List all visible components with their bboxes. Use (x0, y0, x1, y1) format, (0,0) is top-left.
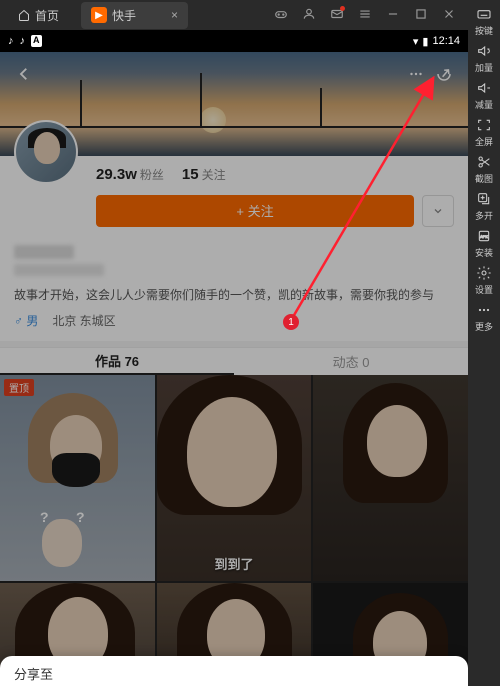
following-stat[interactable]: 15关注 (182, 166, 226, 183)
profile-header: 29.3w粉丝 15关注 + 关注 (0, 156, 468, 239)
location-tag: 北京 东城区 (52, 312, 115, 329)
video-thumb-1[interactable]: 置顶 ?? (0, 375, 155, 581)
scissors-icon (476, 154, 492, 170)
svg-text:APK: APK (480, 234, 488, 239)
home-icon (18, 9, 30, 21)
video-grid: 置顶 ?? 到到了 (0, 375, 468, 686)
annotation-marker: 1 (283, 314, 299, 330)
tab-kuaishou[interactable]: ▶ 快手 × (81, 2, 188, 29)
user-icon[interactable] (302, 7, 316, 21)
wifi-icon: ▾ (413, 35, 419, 48)
multi-icon (476, 191, 492, 207)
app-indicator-3: A (31, 35, 42, 47)
video-caption: 到到了 (214, 554, 253, 573)
gear-icon (476, 265, 492, 281)
dots-horizontal-icon (476, 302, 492, 318)
tool-volup[interactable]: 加量 (470, 43, 498, 74)
tab-works[interactable]: 作品 76 (0, 348, 234, 375)
userid-redacted (14, 264, 104, 276)
apk-icon: APK (476, 228, 492, 244)
chevron-left-icon (15, 65, 33, 83)
volume-up-icon (476, 43, 492, 59)
tool-screenshot[interactable]: 截图 (470, 154, 498, 185)
tool-fullscreen[interactable]: 全屏 (470, 117, 498, 148)
window-titlebar: 首页 ▶ 快手 × (0, 0, 468, 30)
emulator-toolbar: 按键 加量 减量 全屏 截图 多开 APK安装 设置 更多 (468, 0, 500, 686)
gender-tag: ♂ 男 (14, 312, 38, 329)
follow-button[interactable]: + 关注 (96, 195, 414, 227)
tool-settings[interactable]: 设置 (470, 265, 498, 296)
expand-button[interactable] (422, 195, 454, 227)
username-redacted (14, 245, 74, 259)
tab-close-button[interactable]: × (171, 8, 178, 22)
profile-info: 故事才开始，这会儿人少需要你们随手的一个赞，凯的新故事，需要你我的参与 ♂ 男 … (0, 239, 468, 341)
tab-home-label: 首页 (35, 7, 59, 24)
content-tabs: 作品 76 动态 0 (0, 347, 468, 375)
chevron-down-icon (432, 205, 444, 217)
fans-stat[interactable]: 29.3w粉丝 (96, 166, 164, 183)
app-content: 29.3w粉丝 15关注 + 关注 故事才开始，这会儿人少需要你们随手的一个赞，… (0, 52, 468, 686)
tab-moments[interactable]: 动态 0 (234, 348, 468, 375)
app-indicator-icon: ♪ (8, 35, 14, 47)
video-thumb-2[interactable]: 到到了 (157, 375, 312, 581)
mail-icon[interactable] (330, 7, 344, 24)
video-thumb-3[interactable] (313, 375, 468, 581)
more-button[interactable] (402, 60, 430, 88)
share-sheet-title: 分享至 (14, 667, 53, 682)
kuaishou-icon: ▶ (91, 7, 107, 23)
app-indicator-2: ♪ (20, 35, 26, 47)
android-status-bar: ♪ ♪ A ▾ ▮ 12:14 (0, 30, 468, 52)
tab-home[interactable]: 首页 (0, 7, 77, 24)
dots-icon (407, 65, 425, 83)
maximize-icon[interactable] (414, 7, 428, 21)
pinned-badge: 置顶 (4, 379, 34, 396)
fullscreen-icon (476, 117, 492, 133)
close-window-icon[interactable] (442, 7, 456, 21)
gamepad-icon[interactable] (274, 7, 288, 21)
tab-kuaishou-label: 快手 (112, 7, 136, 24)
tool-more[interactable]: 更多 (470, 302, 498, 333)
avatar[interactable] (14, 120, 78, 184)
tool-install[interactable]: APK安装 (470, 228, 498, 259)
share-button[interactable] (430, 60, 458, 88)
share-sheet[interactable]: 分享至 (0, 656, 468, 686)
tool-multiopen[interactable]: 多开 (470, 191, 498, 222)
minimize-icon[interactable] (386, 7, 400, 21)
tool-voldown[interactable]: 减量 (470, 80, 498, 111)
volume-down-icon (476, 80, 492, 96)
status-time: 12:14 (432, 35, 460, 47)
back-button[interactable] (10, 60, 38, 88)
share-icon (435, 65, 453, 83)
menu-icon[interactable] (358, 7, 372, 21)
battery-icon: ▮ (422, 35, 428, 48)
bio-text: 故事才开始，这会儿人少需要你们随手的一个赞，凯的新故事，需要你我的参与 (14, 286, 454, 304)
tool-keyboard[interactable]: 按键 (470, 6, 498, 37)
keyboard-icon (476, 6, 492, 22)
emulator-main: 首页 ▶ 快手 × ♪ ♪ A ▾ ▮ 12:14 (0, 0, 468, 686)
